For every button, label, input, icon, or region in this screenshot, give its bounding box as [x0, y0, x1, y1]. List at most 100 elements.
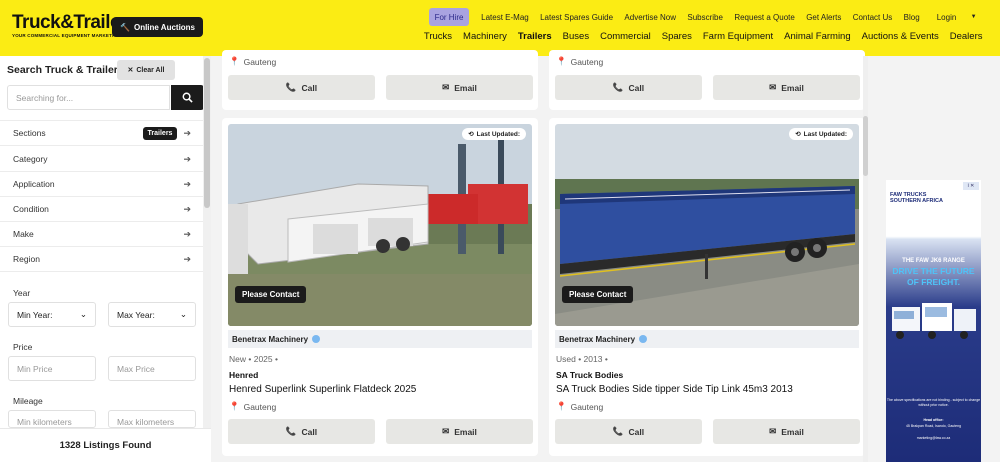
- envelope-icon: ✉: [442, 426, 450, 436]
- nav-trailers[interactable]: Trailers: [512, 31, 557, 42]
- nav-commercial[interactable]: Commercial: [595, 31, 657, 42]
- truck-illustration: [892, 303, 976, 339]
- arrow-right-icon: ➔: [183, 153, 191, 164]
- email-button[interactable]: ✉ Email: [713, 75, 860, 100]
- filter-make[interactable]: Make ➔: [0, 222, 203, 247]
- ad-info-icon[interactable]: i ✕: [963, 182, 979, 190]
- call-button[interactable]: 📞 Call: [555, 419, 702, 444]
- filter-category[interactable]: Category ➔: [0, 147, 203, 172]
- listing-card[interactable]: ⟲ Last Updated: Please Contact Benetrax M…: [549, 118, 865, 456]
- sidebar-scrollbar[interactable]: [203, 56, 211, 428]
- sidebar-title: Search Truck & Trailer: [7, 64, 118, 76]
- top-link-quote[interactable]: Request a Quote: [729, 8, 801, 26]
- arrow-right-icon: ➔: [183, 203, 191, 214]
- filter-application[interactable]: Application ➔: [0, 172, 203, 197]
- condition: Used: [556, 354, 576, 364]
- nav-auctions-events[interactable]: Auctions & Events: [856, 31, 944, 42]
- last-updated-badge: ⟲ Last Updated:: [462, 128, 526, 140]
- listing-photo[interactable]: ⟲ Last Updated: Please Contact: [228, 124, 532, 326]
- phone-icon: 📞: [612, 426, 624, 436]
- phone-icon: 📞: [285, 82, 297, 92]
- email-button[interactable]: ✉ Email: [386, 75, 533, 100]
- call-button[interactable]: 📞 Call: [555, 75, 702, 100]
- site-logo[interactable]: Truck&Trailer YOUR COMMERCIAL EQUIPMENT …: [12, 12, 128, 38]
- mileage-label: Mileage: [13, 396, 43, 406]
- listing-photo[interactable]: ⟲ Last Updated: Please Contact: [555, 124, 859, 326]
- location-pin-icon: 📍: [556, 56, 567, 66]
- envelope-icon: ✉: [769, 426, 777, 436]
- ad-brand: FAW TRUCKS SOUTHERN AFRICA: [890, 192, 943, 204]
- chevron-down-icon: ⌄: [79, 309, 87, 319]
- email-button[interactable]: ✉ Email: [713, 419, 860, 444]
- filter-condition[interactable]: Condition ➔: [0, 197, 203, 222]
- main-scrollbar[interactable]: [863, 56, 868, 462]
- email-button[interactable]: ✉ Email: [386, 419, 533, 444]
- min-year-select[interactable]: Min Year: ⌄: [8, 302, 96, 327]
- phone-icon: 📞: [612, 82, 624, 92]
- search-input[interactable]: Searching for...: [7, 85, 170, 110]
- nav-buses[interactable]: Buses: [557, 31, 594, 42]
- nav-farm-equipment[interactable]: Farm Equipment: [697, 31, 778, 42]
- nav-spares[interactable]: Spares: [656, 31, 697, 42]
- top-link-login[interactable]: Login ▼: [925, 8, 988, 26]
- nav-trucks[interactable]: Trucks: [418, 31, 457, 42]
- price-please-contact: Please Contact: [235, 286, 307, 303]
- dealer-name[interactable]: Benetrax Machinery: [228, 330, 532, 348]
- phone-icon: 📞: [285, 426, 297, 436]
- condition: New: [229, 354, 247, 364]
- listing-title[interactable]: SA Truck Bodies Side tipper Side Tip Lin…: [556, 384, 793, 395]
- listing-title[interactable]: Henred Superlink Superlink Flatdeck 2025: [229, 384, 416, 395]
- filter-region[interactable]: Region ➔: [0, 247, 203, 272]
- max-km-input[interactable]: Max kilometers: [108, 410, 196, 428]
- min-price-input[interactable]: Min Price: [8, 356, 96, 381]
- max-year-select[interactable]: Max Year: ⌄: [108, 302, 196, 327]
- top-link-blog[interactable]: Blog: [898, 8, 925, 26]
- search-icon: [182, 92, 193, 103]
- history-icon: ⟲: [795, 131, 801, 138]
- listing-card[interactable]: ⟲ Last Updated: Please Contact Benetrax M…: [222, 118, 538, 456]
- top-link-spares-guide[interactable]: Latest Spares Guide: [534, 8, 618, 26]
- listing-card-partial[interactable]: 📍 Gauteng 📞 Call ✉ Email: [549, 50, 865, 110]
- chevron-down-icon: ▼: [970, 14, 977, 20]
- listing-card-partial[interactable]: 📍 Gauteng 📞 Call ✉ Email: [222, 50, 538, 110]
- nav-dealers[interactable]: Dealers: [944, 31, 988, 42]
- nav-machinery[interactable]: Machinery: [458, 31, 513, 42]
- chevron-down-icon: ⌄: [179, 309, 187, 319]
- call-button[interactable]: 📞 Call: [228, 419, 375, 444]
- top-link-advertise[interactable]: Advertise Now: [619, 8, 682, 26]
- min-km-input[interactable]: Min kilometers: [8, 410, 96, 428]
- clear-all-button[interactable]: ✕ Clear All: [117, 60, 175, 80]
- location-pin-icon: 📍: [229, 56, 240, 66]
- listings-count: 1328 Listings Found: [0, 428, 211, 462]
- site-header: Truck&Trailer YOUR COMMERCIAL EQUIPMENT …: [0, 0, 1000, 56]
- top-nav: For Hire Latest E-Mag Latest Spares Guid…: [428, 8, 988, 26]
- year: 2013: [583, 354, 603, 364]
- year: 2025: [253, 354, 273, 364]
- listing-brand: SA Truck Bodies: [556, 370, 624, 380]
- filter-sections[interactable]: Sections Trailers ➔: [0, 120, 203, 146]
- arrow-right-icon: ➔: [183, 178, 191, 189]
- filter-sidebar: Search Truck & Trailer ✕ Clear All Searc…: [0, 56, 211, 462]
- sections-chip[interactable]: Trailers: [142, 126, 178, 140]
- envelope-icon: ✉: [442, 82, 450, 92]
- search-button[interactable]: [171, 85, 204, 110]
- dealer-name[interactable]: Benetrax Machinery: [555, 330, 859, 348]
- top-link-alerts[interactable]: Get Alerts: [801, 8, 848, 26]
- online-auctions-button[interactable]: 🔨 Online Auctions: [112, 17, 204, 37]
- top-link-emag[interactable]: Latest E-Mag: [475, 8, 534, 26]
- verified-badge-icon: [312, 335, 321, 343]
- price-please-contact: Please Contact: [562, 286, 634, 303]
- gavel-icon: 🔨: [120, 22, 130, 32]
- call-button[interactable]: 📞 Call: [228, 75, 375, 100]
- top-link-for-hire[interactable]: For Hire: [428, 8, 470, 26]
- logo-text: Truck&Trailer: [12, 12, 127, 33]
- year-label: Year: [13, 288, 31, 298]
- top-link-contact[interactable]: Contact Us: [847, 8, 898, 26]
- nav-animal-farming[interactable]: Animal Farming: [779, 31, 857, 42]
- max-price-input[interactable]: Max Price: [108, 356, 196, 381]
- history-icon: ⟲: [468, 131, 474, 138]
- top-link-subscribe[interactable]: Subscribe: [682, 8, 729, 26]
- faw-trucks-ad-banner[interactable]: i ✕ FAW TRUCKS SOUTHERN AFRICA THE FAW J…: [886, 180, 981, 462]
- close-icon: ✕: [127, 67, 134, 74]
- arrow-right-icon: ➔: [183, 127, 191, 138]
